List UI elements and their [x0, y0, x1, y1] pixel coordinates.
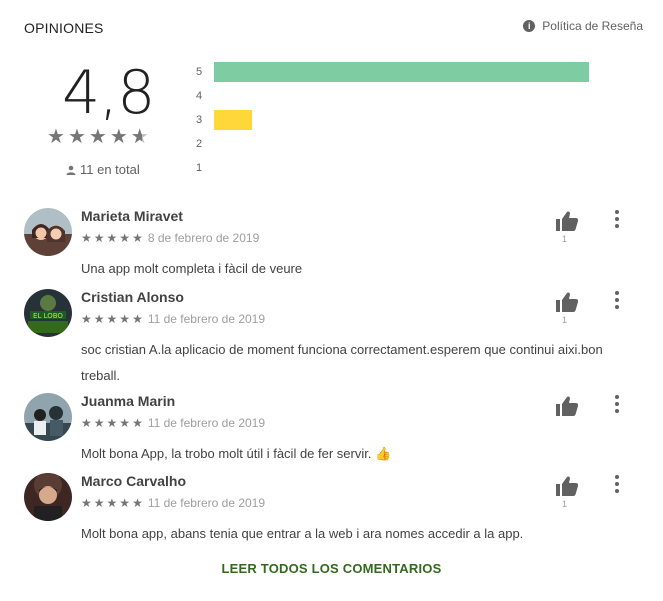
histogram-star-label: 5	[196, 66, 203, 78]
total-ratings-label: 11 en total	[80, 162, 140, 177]
person-icon	[66, 165, 76, 175]
star-icon: ★	[132, 416, 143, 430]
histogram-bar	[214, 62, 589, 82]
star-icon: ★	[81, 496, 92, 510]
thumbs-up-icon[interactable]	[554, 291, 580, 313]
review-date: 11 de febrero de 2019	[147, 312, 266, 326]
histogram-row: 4	[196, 84, 589, 108]
review-policy-label: Política de Reseña	[542, 19, 643, 33]
read-all-reviews-link[interactable]: LEER TODOS LOS COMENTARIOS	[0, 561, 663, 576]
average-rating-stars: ★ ★ ★ ★ ★ ★	[47, 126, 149, 148]
histogram-row: 5	[196, 60, 589, 84]
star-icon: ★	[81, 312, 92, 326]
thumbs-up-icon[interactable]	[554, 475, 580, 497]
review-rating: ★ ★ ★ ★ ★ 11 de febrero de 2019	[81, 496, 265, 510]
review-text: Una app molt completa i fàcil de veure	[81, 261, 303, 276]
star-icon: ★	[93, 312, 105, 326]
more-options-icon[interactable]	[610, 208, 624, 230]
star-icon: ★	[106, 496, 118, 510]
review-date: 11 de febrero de 2019	[147, 416, 266, 430]
review-date: 8 de febrero de 2019	[147, 231, 260, 245]
star-icon: ★	[119, 231, 131, 245]
reviewer-name: Marieta Miravet	[81, 208, 183, 224]
star-icon: ★	[132, 312, 143, 326]
review-text: Molt bona app, abans tenia que entrar a …	[81, 526, 524, 541]
review-text: soc cristian A.la aplicacio de moment fu…	[81, 342, 603, 383]
reviewer-name: Juanma Marin	[81, 393, 176, 409]
more-options-icon[interactable]	[610, 289, 624, 311]
star-icon: ★	[81, 231, 92, 245]
star-icon: ★	[47, 126, 65, 148]
thumbs-up-icon[interactable]	[554, 395, 580, 417]
star-icon: ★	[119, 416, 131, 430]
rating-histogram: 5 4 3 2 1	[196, 60, 589, 180]
histogram-star-label: 4	[196, 90, 203, 102]
section-title: OPINIONES	[24, 20, 104, 36]
histogram-bar	[214, 110, 252, 130]
review-rating: ★ ★ ★ ★ ★ 11 de febrero de 2019	[81, 312, 265, 326]
star-icon: ★	[67, 126, 86, 148]
star-icon: ★	[119, 312, 131, 326]
reviewer-name: Marco Carvalho	[81, 473, 187, 489]
svg-text:EL LOBO: EL LOBO	[33, 312, 63, 320]
review-text: Molt bona App, la trobo molt útil i fàci…	[81, 446, 392, 461]
review-date: 11 de febrero de 2019	[147, 496, 266, 510]
more-options-icon[interactable]	[610, 393, 624, 415]
star-icon: ★	[106, 416, 118, 430]
half-star-icon: ★ ★	[130, 126, 149, 148]
star-icon: ★	[93, 416, 105, 430]
review-rating: ★ ★ ★ ★ ★ 11 de febrero de 2019	[81, 416, 265, 430]
histogram-row: 1	[196, 156, 589, 180]
star-icon: ★	[119, 496, 131, 510]
total-ratings: 11 en total	[66, 162, 140, 177]
histogram-star-label: 2	[196, 138, 203, 150]
star-icon: ★	[93, 496, 105, 510]
histogram-row: 2	[196, 132, 589, 156]
helpful-count: 1	[562, 234, 568, 244]
star-icon: ★	[109, 126, 128, 148]
helpful-count: 1	[562, 315, 568, 325]
reviewer-name: Cristian Alonso	[81, 289, 184, 305]
helpful-count: 1	[562, 499, 568, 509]
info-icon: i	[523, 20, 536, 32]
star-icon: ★	[106, 312, 118, 326]
histogram-star-label: 1	[196, 162, 203, 174]
star-icon: ★	[81, 416, 92, 430]
reviewer-avatar	[24, 208, 72, 256]
thumbs-up-icon[interactable]	[554, 210, 580, 232]
star-icon: ★	[93, 231, 105, 245]
more-options-icon[interactable]	[610, 473, 624, 495]
reviewer-avatar	[24, 393, 72, 441]
reviewer-avatar: EL LOBO	[24, 289, 72, 337]
star-icon: ★	[132, 231, 143, 245]
review-policy-link[interactable]: i Política de Reseña	[523, 19, 643, 33]
star-icon: ★	[106, 231, 118, 245]
average-rating-score: 4,8	[62, 58, 155, 128]
histogram-row: 3	[196, 108, 589, 132]
reviewer-avatar	[24, 473, 72, 521]
histogram-star-label: 3	[196, 114, 203, 126]
review-rating: ★ ★ ★ ★ ★ 8 de febrero de 2019	[81, 231, 259, 245]
star-icon: ★	[88, 126, 107, 148]
star-icon: ★	[132, 496, 143, 510]
